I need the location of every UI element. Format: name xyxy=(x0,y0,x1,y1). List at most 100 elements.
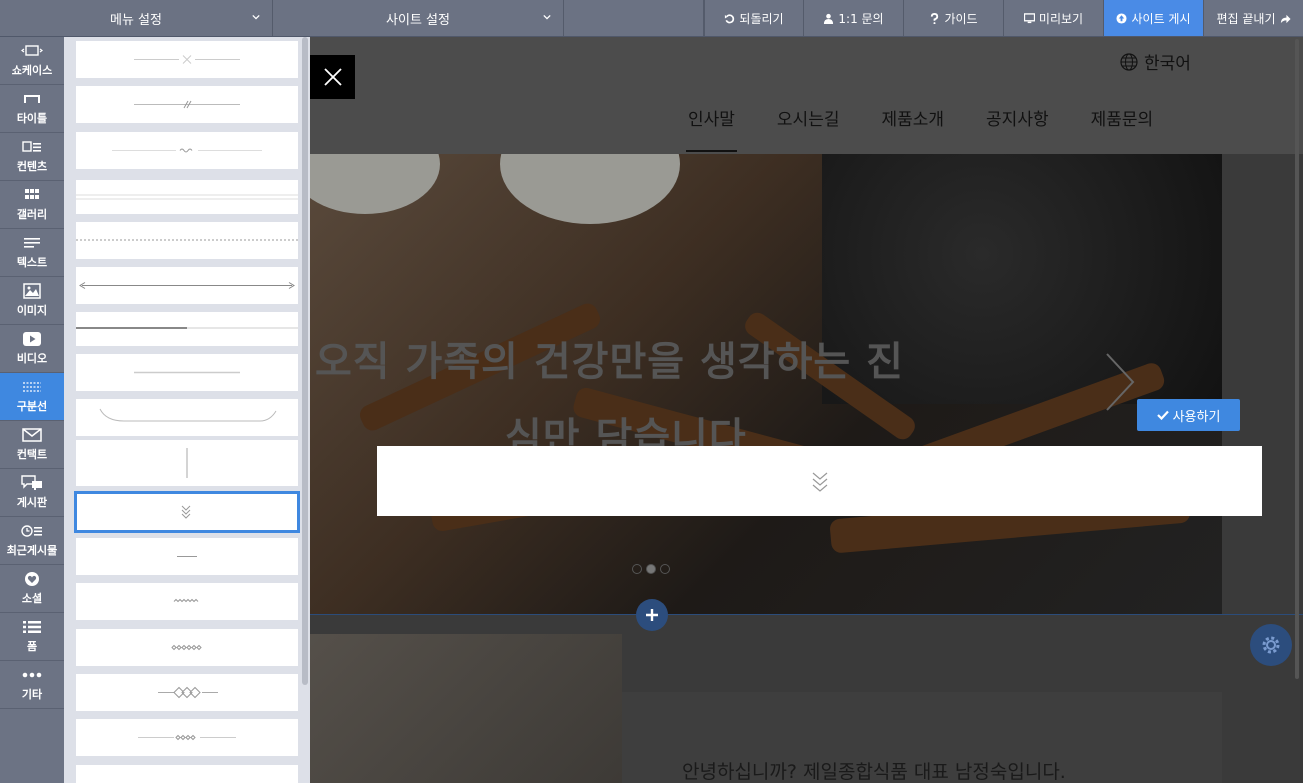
rail-item-divider[interactable]: 구분선 xyxy=(0,373,64,421)
divider-option-double-line[interactable] xyxy=(76,180,298,214)
finish-edit-label: 편집 끝내기 xyxy=(1216,11,1276,26)
nav-item-directions[interactable]: 오시는길 xyxy=(777,105,840,152)
divider-option-zigzag[interactable] xyxy=(76,583,298,620)
rail-item-more[interactable]: 기타 xyxy=(0,661,64,709)
divider-option-curve[interactable] xyxy=(76,399,298,436)
divider-option-partial[interactable] xyxy=(76,765,298,783)
slider-dot[interactable] xyxy=(646,564,656,574)
divider-option-vertical[interactable] xyxy=(76,440,298,486)
nav-item-products[interactable]: 제품소개 xyxy=(881,105,944,152)
divider-option-half-thick[interactable] xyxy=(76,312,298,346)
double-chevron-down-icon xyxy=(181,505,191,519)
intro-text: 안녕하십니까? 제일종합식품 대표 남정숙입니다. xyxy=(682,761,1066,783)
menu-settings-label: 메뉴 설정 xyxy=(110,12,162,28)
site-settings-dropdown[interactable]: 사이트 설정 xyxy=(273,0,564,36)
divider-arrow-preview xyxy=(79,282,295,289)
chevron-down-icon xyxy=(543,14,551,20)
rail-label: 구분선 xyxy=(16,400,48,413)
close-panel-button[interactable] xyxy=(310,55,355,99)
divider-double-line-preview xyxy=(76,194,298,200)
slider-dot[interactable] xyxy=(632,564,642,574)
rail-item-social[interactable]: 소셜 xyxy=(0,565,64,613)
rail-label: 갤러리 xyxy=(16,208,48,221)
rail-label: 쇼케이스 xyxy=(11,64,53,77)
nav-item-greeting[interactable]: 인사말 xyxy=(686,105,737,152)
nav-item-inquiry[interactable]: 제품문의 xyxy=(1091,105,1154,152)
add-section-button[interactable] xyxy=(636,599,668,631)
divider-wave-small-preview xyxy=(112,148,262,153)
rail-item-video[interactable]: 비디오 xyxy=(0,325,64,373)
rail-item-image[interactable]: 이미지 xyxy=(0,277,64,325)
rail-label: 비디오 xyxy=(16,352,48,365)
slider-dot[interactable] xyxy=(660,564,670,574)
hero-headline-line: 오직 가족의 건강만을 생각하는 진 xyxy=(315,339,904,385)
content-icon xyxy=(22,141,41,152)
rail-label: 최근게시물 xyxy=(6,544,58,557)
divider-option-bead[interactable] xyxy=(76,719,298,756)
more-icon xyxy=(22,672,42,678)
undo-button[interactable]: 되돌리기 xyxy=(704,0,803,36)
rail-item-title[interactable]: 타이틀 xyxy=(0,85,64,133)
divider-bead-preview xyxy=(138,734,236,741)
divider-options-panel xyxy=(64,37,310,783)
site-settings-label: 사이트 설정 xyxy=(386,12,450,28)
panel-scrollbar[interactable] xyxy=(302,37,308,685)
plus-icon xyxy=(646,609,658,621)
upload-circle-icon xyxy=(1116,12,1128,24)
divider-option-slash[interactable] xyxy=(76,86,298,123)
divider-option-diamond-chain[interactable] xyxy=(76,674,298,711)
user-icon xyxy=(824,13,834,24)
inquiry-button[interactable]: 1:1 문의 xyxy=(803,0,903,36)
globe-icon xyxy=(1120,52,1138,71)
gear-icon xyxy=(1262,636,1280,654)
rail-item-text[interactable]: 텍스트 xyxy=(0,229,64,277)
video-icon xyxy=(23,332,41,346)
preview-button[interactable]: 미리보기 xyxy=(1003,0,1103,36)
chevron-right-icon[interactable] xyxy=(1105,352,1135,412)
undo-icon xyxy=(725,13,735,23)
rail-item-content[interactable]: 컨텐츠 xyxy=(0,133,64,181)
language-label: 한국어 xyxy=(1144,54,1191,74)
check-icon xyxy=(1156,410,1169,420)
guide-button[interactable]: 가이드 xyxy=(903,0,1003,36)
divider-option-cross[interactable] xyxy=(76,41,298,78)
page-scrollbar[interactable] xyxy=(1295,39,1299,679)
divider-option-center-thin[interactable] xyxy=(76,354,298,391)
divider-option-arrow[interactable] xyxy=(76,267,298,304)
image-icon xyxy=(23,283,41,299)
divider-option-wave-small[interactable] xyxy=(76,132,298,169)
menu-settings-dropdown[interactable]: 메뉴 설정 xyxy=(0,0,273,36)
block-category-rail: 쇼케이스 타이틀 컨텐츠 갤러리 텍스트 이미지 비디오 구분선 컨택트 게시판… xyxy=(0,37,64,783)
double-chevron-down-icon xyxy=(812,472,827,492)
nav-item-notice[interactable]: 공지사항 xyxy=(986,105,1049,152)
inquiry-label: 1:1 문의 xyxy=(838,11,884,26)
rail-item-board[interactable]: 게시판 xyxy=(0,469,64,517)
divider-option-diamonds[interactable] xyxy=(76,629,298,666)
divider-vertical-preview xyxy=(186,448,188,478)
divider-option-dashed[interactable] xyxy=(76,222,298,259)
rail-item-showcase[interactable]: 쇼케이스 xyxy=(0,37,64,85)
divider-dashed-preview xyxy=(76,239,298,241)
divider-curve-preview xyxy=(99,408,277,422)
section-settings-button[interactable] xyxy=(1250,624,1292,666)
divider-option-short-line[interactable] xyxy=(76,538,298,575)
rail-label: 소셜 xyxy=(21,592,43,605)
rail-item-contact[interactable]: 컨택트 xyxy=(0,421,64,469)
rail-item-recent-posts[interactable]: 최근게시물 xyxy=(0,517,64,565)
rail-label: 타이틀 xyxy=(16,112,48,125)
divider-cross-preview xyxy=(134,55,240,64)
language-selector[interactable]: 한국어 xyxy=(1120,49,1191,74)
hero-bowl-left xyxy=(310,154,440,214)
publish-site-button[interactable]: 사이트 게시 xyxy=(1103,0,1203,36)
divider-icon xyxy=(23,382,41,392)
gallery-icon xyxy=(25,189,39,199)
social-icon xyxy=(25,572,39,586)
rail-item-form[interactable]: 폼 xyxy=(0,613,64,661)
use-divider-button[interactable]: 사용하기 xyxy=(1137,399,1240,431)
top-toolbar: 메뉴 설정 사이트 설정 되돌리기 1:1 문의 가이드 미리보기 사이트 게시… xyxy=(0,0,1303,37)
finish-edit-button[interactable]: 편집 끝내기 xyxy=(1203,0,1303,36)
divider-option-double-chevron[interactable] xyxy=(74,491,300,533)
question-icon xyxy=(931,12,939,24)
rail-item-gallery[interactable]: 갤러리 xyxy=(0,181,64,229)
slider-dots xyxy=(632,564,670,574)
